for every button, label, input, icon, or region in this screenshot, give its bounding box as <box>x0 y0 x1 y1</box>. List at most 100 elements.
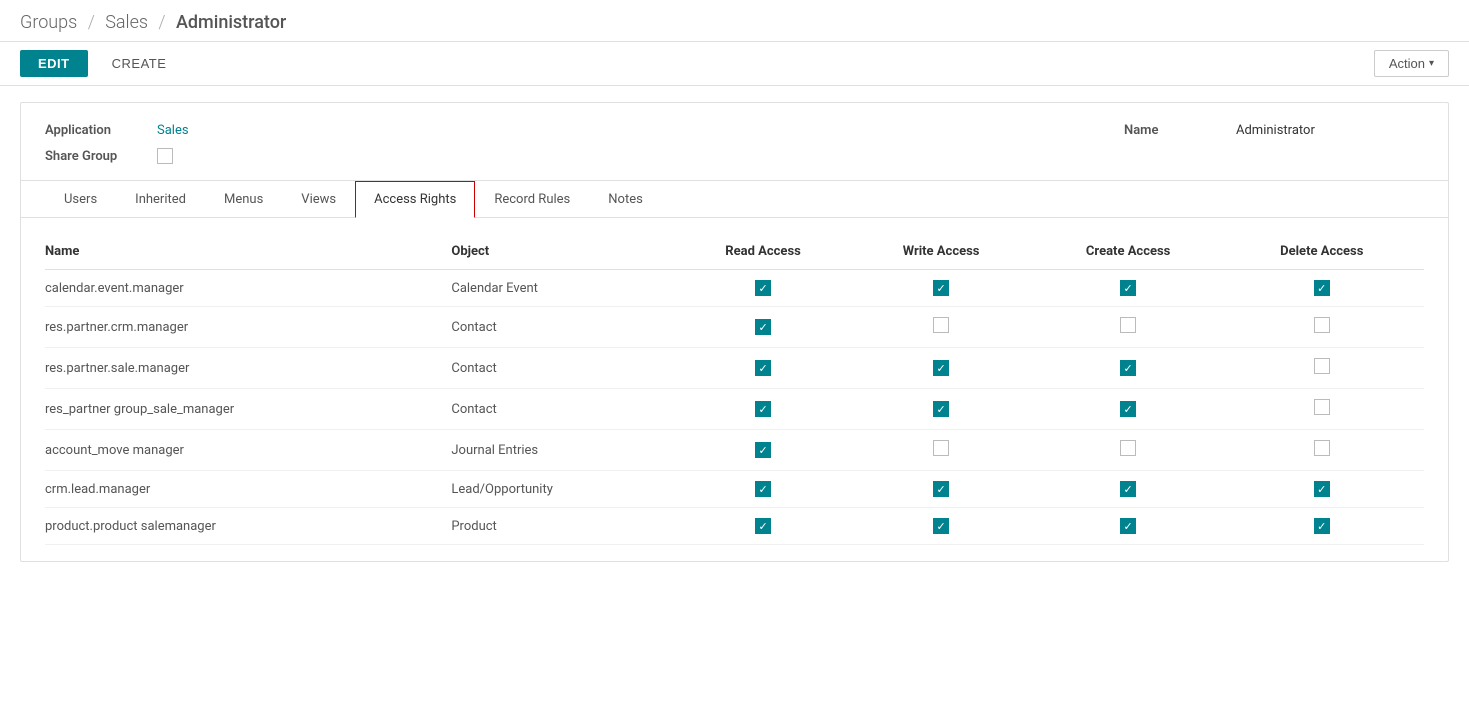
tab-inherited[interactable]: Inherited <box>116 181 205 218</box>
checkbox-unchecked[interactable] <box>1314 358 1330 374</box>
checkbox-checked[interactable]: ✓ <box>1120 360 1136 376</box>
table-row: res.partner.sale.managerContact ✓ ✓ ✓ <box>45 348 1424 389</box>
cell-delete <box>1232 307 1424 348</box>
breadcrumb-groups[interactable]: Groups <box>20 12 77 33</box>
cell-name: res.partner.sale.manager <box>45 348 451 389</box>
cell-create <box>1037 307 1232 348</box>
form-right: Name Administrator <box>1124 123 1424 138</box>
checkbox-checked[interactable]: ✓ <box>1314 518 1330 534</box>
checkbox-unchecked[interactable] <box>1120 317 1136 333</box>
cell-name: account_move manager <box>45 430 451 471</box>
cell-write <box>857 307 1036 348</box>
checkbox-unchecked[interactable] <box>1314 399 1330 415</box>
cell-object: Calendar Event <box>451 270 680 307</box>
cell-write: ✓ <box>857 508 1036 545</box>
cell-write: ✓ <box>857 471 1036 508</box>
action-button[interactable]: Action <box>1374 50 1449 77</box>
form-container: Application Sales Share Group Name Admin… <box>20 102 1449 562</box>
edit-button[interactable]: EDIT <box>20 50 88 77</box>
cell-write: ✓ <box>857 348 1036 389</box>
application-field: Application Sales <box>45 123 445 138</box>
cell-object: Contact <box>451 348 680 389</box>
checkbox-checked[interactable]: ✓ <box>1314 481 1330 497</box>
checkbox-checked[interactable]: ✓ <box>1314 280 1330 296</box>
col-object: Object <box>451 234 680 270</box>
cell-read: ✓ <box>681 389 858 430</box>
col-create: Create Access <box>1037 234 1232 270</box>
cell-write: ✓ <box>857 389 1036 430</box>
tab-content-access-rights: Name Object Read Access Write Access Cre… <box>21 217 1448 561</box>
tab-record-rules[interactable]: Record Rules <box>475 181 589 218</box>
table-row: crm.lead.managerLead/Opportunity ✓ ✓ ✓ ✓ <box>45 471 1424 508</box>
tabs-container: Users Inherited Menus Views Access Right… <box>21 180 1448 217</box>
name-field: Name Administrator <box>1124 123 1424 138</box>
breadcrumb-sales[interactable]: Sales <box>105 12 148 33</box>
checkbox-checked[interactable]: ✓ <box>1120 481 1136 497</box>
application-value: Sales <box>157 123 189 138</box>
checkbox-checked[interactable]: ✓ <box>1120 280 1136 296</box>
tab-notes[interactable]: Notes <box>589 181 662 218</box>
checkbox-checked[interactable]: ✓ <box>755 319 771 335</box>
checkbox-checked[interactable]: ✓ <box>1120 518 1136 534</box>
checkbox-checked[interactable]: ✓ <box>755 442 771 458</box>
checkbox-checked[interactable]: ✓ <box>1120 401 1136 417</box>
checkbox-checked[interactable]: ✓ <box>933 481 949 497</box>
checkbox-unchecked[interactable] <box>933 317 949 333</box>
cell-create: ✓ <box>1037 270 1232 307</box>
breadcrumb-sep-1: / <box>88 12 100 33</box>
checkbox-checked[interactable]: ✓ <box>755 280 771 296</box>
checkbox-checked[interactable]: ✓ <box>755 360 771 376</box>
cell-delete: ✓ <box>1232 471 1424 508</box>
checkbox-checked[interactable]: ✓ <box>933 401 949 417</box>
cell-read: ✓ <box>681 508 858 545</box>
cell-read: ✓ <box>681 307 858 348</box>
share-group-field: Share Group <box>45 148 445 164</box>
checkbox-checked[interactable]: ✓ <box>755 518 771 534</box>
cell-read: ✓ <box>681 471 858 508</box>
cell-read: ✓ <box>681 270 858 307</box>
cell-name: res_partner group_sale_manager <box>45 389 451 430</box>
col-delete: Delete Access <box>1232 234 1424 270</box>
checkbox-unchecked[interactable] <box>1120 440 1136 456</box>
checkbox-checked[interactable]: ✓ <box>755 481 771 497</box>
cell-name: res.partner.crm.manager <box>45 307 451 348</box>
cell-write <box>857 430 1036 471</box>
cell-write: ✓ <box>857 270 1036 307</box>
col-name: Name <box>45 234 451 270</box>
name-value: Administrator <box>1236 123 1315 138</box>
cell-object: Journal Entries <box>451 430 680 471</box>
checkbox-checked[interactable]: ✓ <box>933 518 949 534</box>
cell-delete: ✓ <box>1232 270 1424 307</box>
breadcrumb: Groups / Sales / Administrator <box>0 0 1469 41</box>
checkbox-unchecked[interactable] <box>1314 440 1330 456</box>
cell-object: Product <box>451 508 680 545</box>
checkbox-checked[interactable]: ✓ <box>755 401 771 417</box>
access-rights-table: Name Object Read Access Write Access Cre… <box>45 234 1424 545</box>
checkbox-unchecked[interactable] <box>933 440 949 456</box>
tab-menus[interactable]: Menus <box>205 181 282 218</box>
toolbar: EDIT CREATE Action <box>0 41 1469 86</box>
table-row: product.product salemanagerProduct ✓ ✓ ✓ ✓ <box>45 508 1424 545</box>
table-row: res_partner group_sale_managerContact ✓ ✓ ✓ <box>45 389 1424 430</box>
create-button[interactable]: CREATE <box>98 50 181 77</box>
cell-delete <box>1232 348 1424 389</box>
table-row: res.partner.crm.managerContact✓ <box>45 307 1424 348</box>
col-read: Read Access <box>681 234 858 270</box>
tab-views[interactable]: Views <box>282 181 355 218</box>
cell-delete <box>1232 389 1424 430</box>
checkbox-checked[interactable]: ✓ <box>933 360 949 376</box>
checkbox-checked[interactable]: ✓ <box>933 280 949 296</box>
tab-users[interactable]: Users <box>45 181 116 218</box>
cell-name: crm.lead.manager <box>45 471 451 508</box>
cell-object: Contact <box>451 389 680 430</box>
table-row: calendar.event.managerCalendar Event✓✓✓✓ <box>45 270 1424 307</box>
share-group-checkbox[interactable] <box>157 148 173 164</box>
cell-create <box>1037 430 1232 471</box>
form-fields: Application Sales Share Group Name Admin… <box>21 103 1448 180</box>
cell-read: ✓ <box>681 430 858 471</box>
cell-object: Lead/Opportunity <box>451 471 680 508</box>
table-row: account_move managerJournal Entries ✓ <box>45 430 1424 471</box>
tab-access-rights[interactable]: Access Rights <box>355 181 475 218</box>
cell-name: product.product salemanager <box>45 508 451 545</box>
checkbox-unchecked[interactable] <box>1314 317 1330 333</box>
